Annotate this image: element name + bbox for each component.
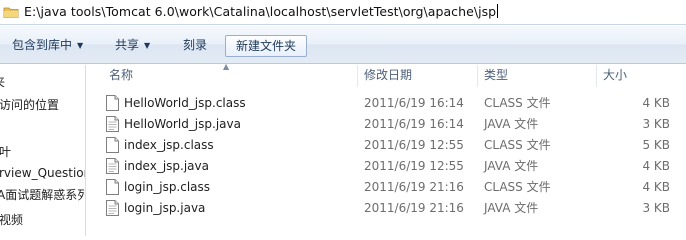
burn-label: 刻录 <box>183 38 208 52</box>
include-in-library-label: 包含到库中 <box>12 38 73 52</box>
file-date: 2011/6/19 21:16 <box>364 201 464 215</box>
file-size: 4 KB <box>642 180 670 194</box>
file-size: 5 KB <box>642 138 670 152</box>
file-name: login_jsp.java <box>124 201 206 215</box>
folder-icon <box>3 7 19 18</box>
file-size: 4 KB <box>642 96 670 110</box>
file-row[interactable]: login_jsp.java 2011/6/19 21:16 JAVA 文件 3… <box>87 198 686 219</box>
file-name: HelloWorld_jsp.java <box>124 117 241 131</box>
column-header-type[interactable]: 类型 <box>477 65 596 87</box>
file-type: JAVA 文件 <box>484 117 539 131</box>
nav-item-leaf[interactable]: 叶 <box>0 142 11 162</box>
file-type: JAVA 文件 <box>484 159 539 173</box>
chevron-down-icon: ▼ <box>77 41 84 50</box>
file-size: 3 KB <box>642 117 670 131</box>
address-path[interactable]: E:\java tools\Tomcat 6.0\work\Catalina\l… <box>24 4 499 19</box>
file-type: CLASS 文件 <box>484 96 551 110</box>
burn-button[interactable]: 刻录 <box>178 35 212 57</box>
file-date: 2011/6/19 12:55 <box>364 159 464 173</box>
java-file-icon <box>106 116 119 132</box>
file-date: 2011/6/19 16:14 <box>364 96 464 110</box>
address-bar[interactable]: E:\java tools\Tomcat 6.0\work\Catalina\l… <box>0 0 686 25</box>
file-name: HelloWorld_jsp.class <box>124 96 246 110</box>
text-caret <box>497 4 499 18</box>
file-name: login_jsp.class <box>124 180 211 194</box>
nav-item-interview-question[interactable]: rview_Question <box>0 163 85 183</box>
file-name: index_jsp.class <box>124 138 214 152</box>
new-folder-button[interactable]: 新建文件夹 <box>225 35 308 57</box>
file-row[interactable]: HelloWorld_jsp.class 2011/6/19 16:14 CLA… <box>87 93 686 114</box>
file-type: CLASS 文件 <box>484 180 551 194</box>
file-type: JAVA 文件 <box>484 201 539 215</box>
file-type: CLASS 文件 <box>484 138 551 152</box>
chevron-down-icon: ▼ <box>144 41 151 50</box>
file-row[interactable]: index_jsp.java 2011/6/19 12:55 JAVA 文件 4… <box>87 156 686 177</box>
navigation-pane[interactable]: 夹 访问的位置 叶 rview_Question A面试题解惑系列 视频 <box>0 65 86 236</box>
column-date-label: 修改日期 <box>364 68 413 82</box>
nav-item-recent-places[interactable]: 访问的位置 <box>0 95 59 115</box>
share-button[interactable]: 共享 ▼ <box>110 35 155 57</box>
column-size-label: 大小 <box>603 68 628 82</box>
java-file-icon <box>106 158 119 174</box>
column-header-name[interactable]: 名称 <box>103 65 357 87</box>
file-name: index_jsp.java <box>124 159 209 173</box>
column-header-size[interactable]: 大小 <box>596 65 686 87</box>
nav-item-java-interview[interactable]: A面试题解惑系列 <box>0 185 85 205</box>
share-label: 共享 <box>115 38 140 52</box>
column-name-label: 名称 <box>109 68 134 82</box>
include-in-library-button[interactable]: 包含到库中 ▼ <box>7 35 88 57</box>
file-date: 2011/6/19 21:16 <box>364 180 464 194</box>
file-size: 4 KB <box>642 159 670 173</box>
file-size: 3 KB <box>642 201 670 215</box>
class-file-icon <box>106 179 119 195</box>
column-headers: ▲ 名称 修改日期 类型 大小 <box>87 62 686 87</box>
file-row[interactable]: login_jsp.class 2011/6/19 21:16 CLASS 文件… <box>87 177 686 198</box>
column-header-date[interactable]: 修改日期 <box>357 65 477 87</box>
class-file-icon <box>106 95 119 111</box>
file-date: 2011/6/19 16:14 <box>364 117 464 131</box>
file-row[interactable]: HelloWorld_jsp.java 2011/6/19 16:14 JAVA… <box>87 114 686 135</box>
new-folder-label: 新建文件夹 <box>236 39 297 53</box>
nav-item-videos[interactable]: 视频 <box>0 210 23 230</box>
file-date: 2011/6/19 12:55 <box>364 138 464 152</box>
java-file-icon <box>106 200 119 216</box>
class-file-icon <box>106 137 119 153</box>
column-type-label: 类型 <box>484 68 509 82</box>
file-row[interactable]: index_jsp.class 2011/6/19 12:55 CLASS 文件… <box>87 135 686 156</box>
nav-item-favorites[interactable]: 夹 <box>0 72 5 92</box>
command-toolbar: 包含到库中 ▼ 共享 ▼ 刻录 新建文件夹 <box>0 26 686 64</box>
